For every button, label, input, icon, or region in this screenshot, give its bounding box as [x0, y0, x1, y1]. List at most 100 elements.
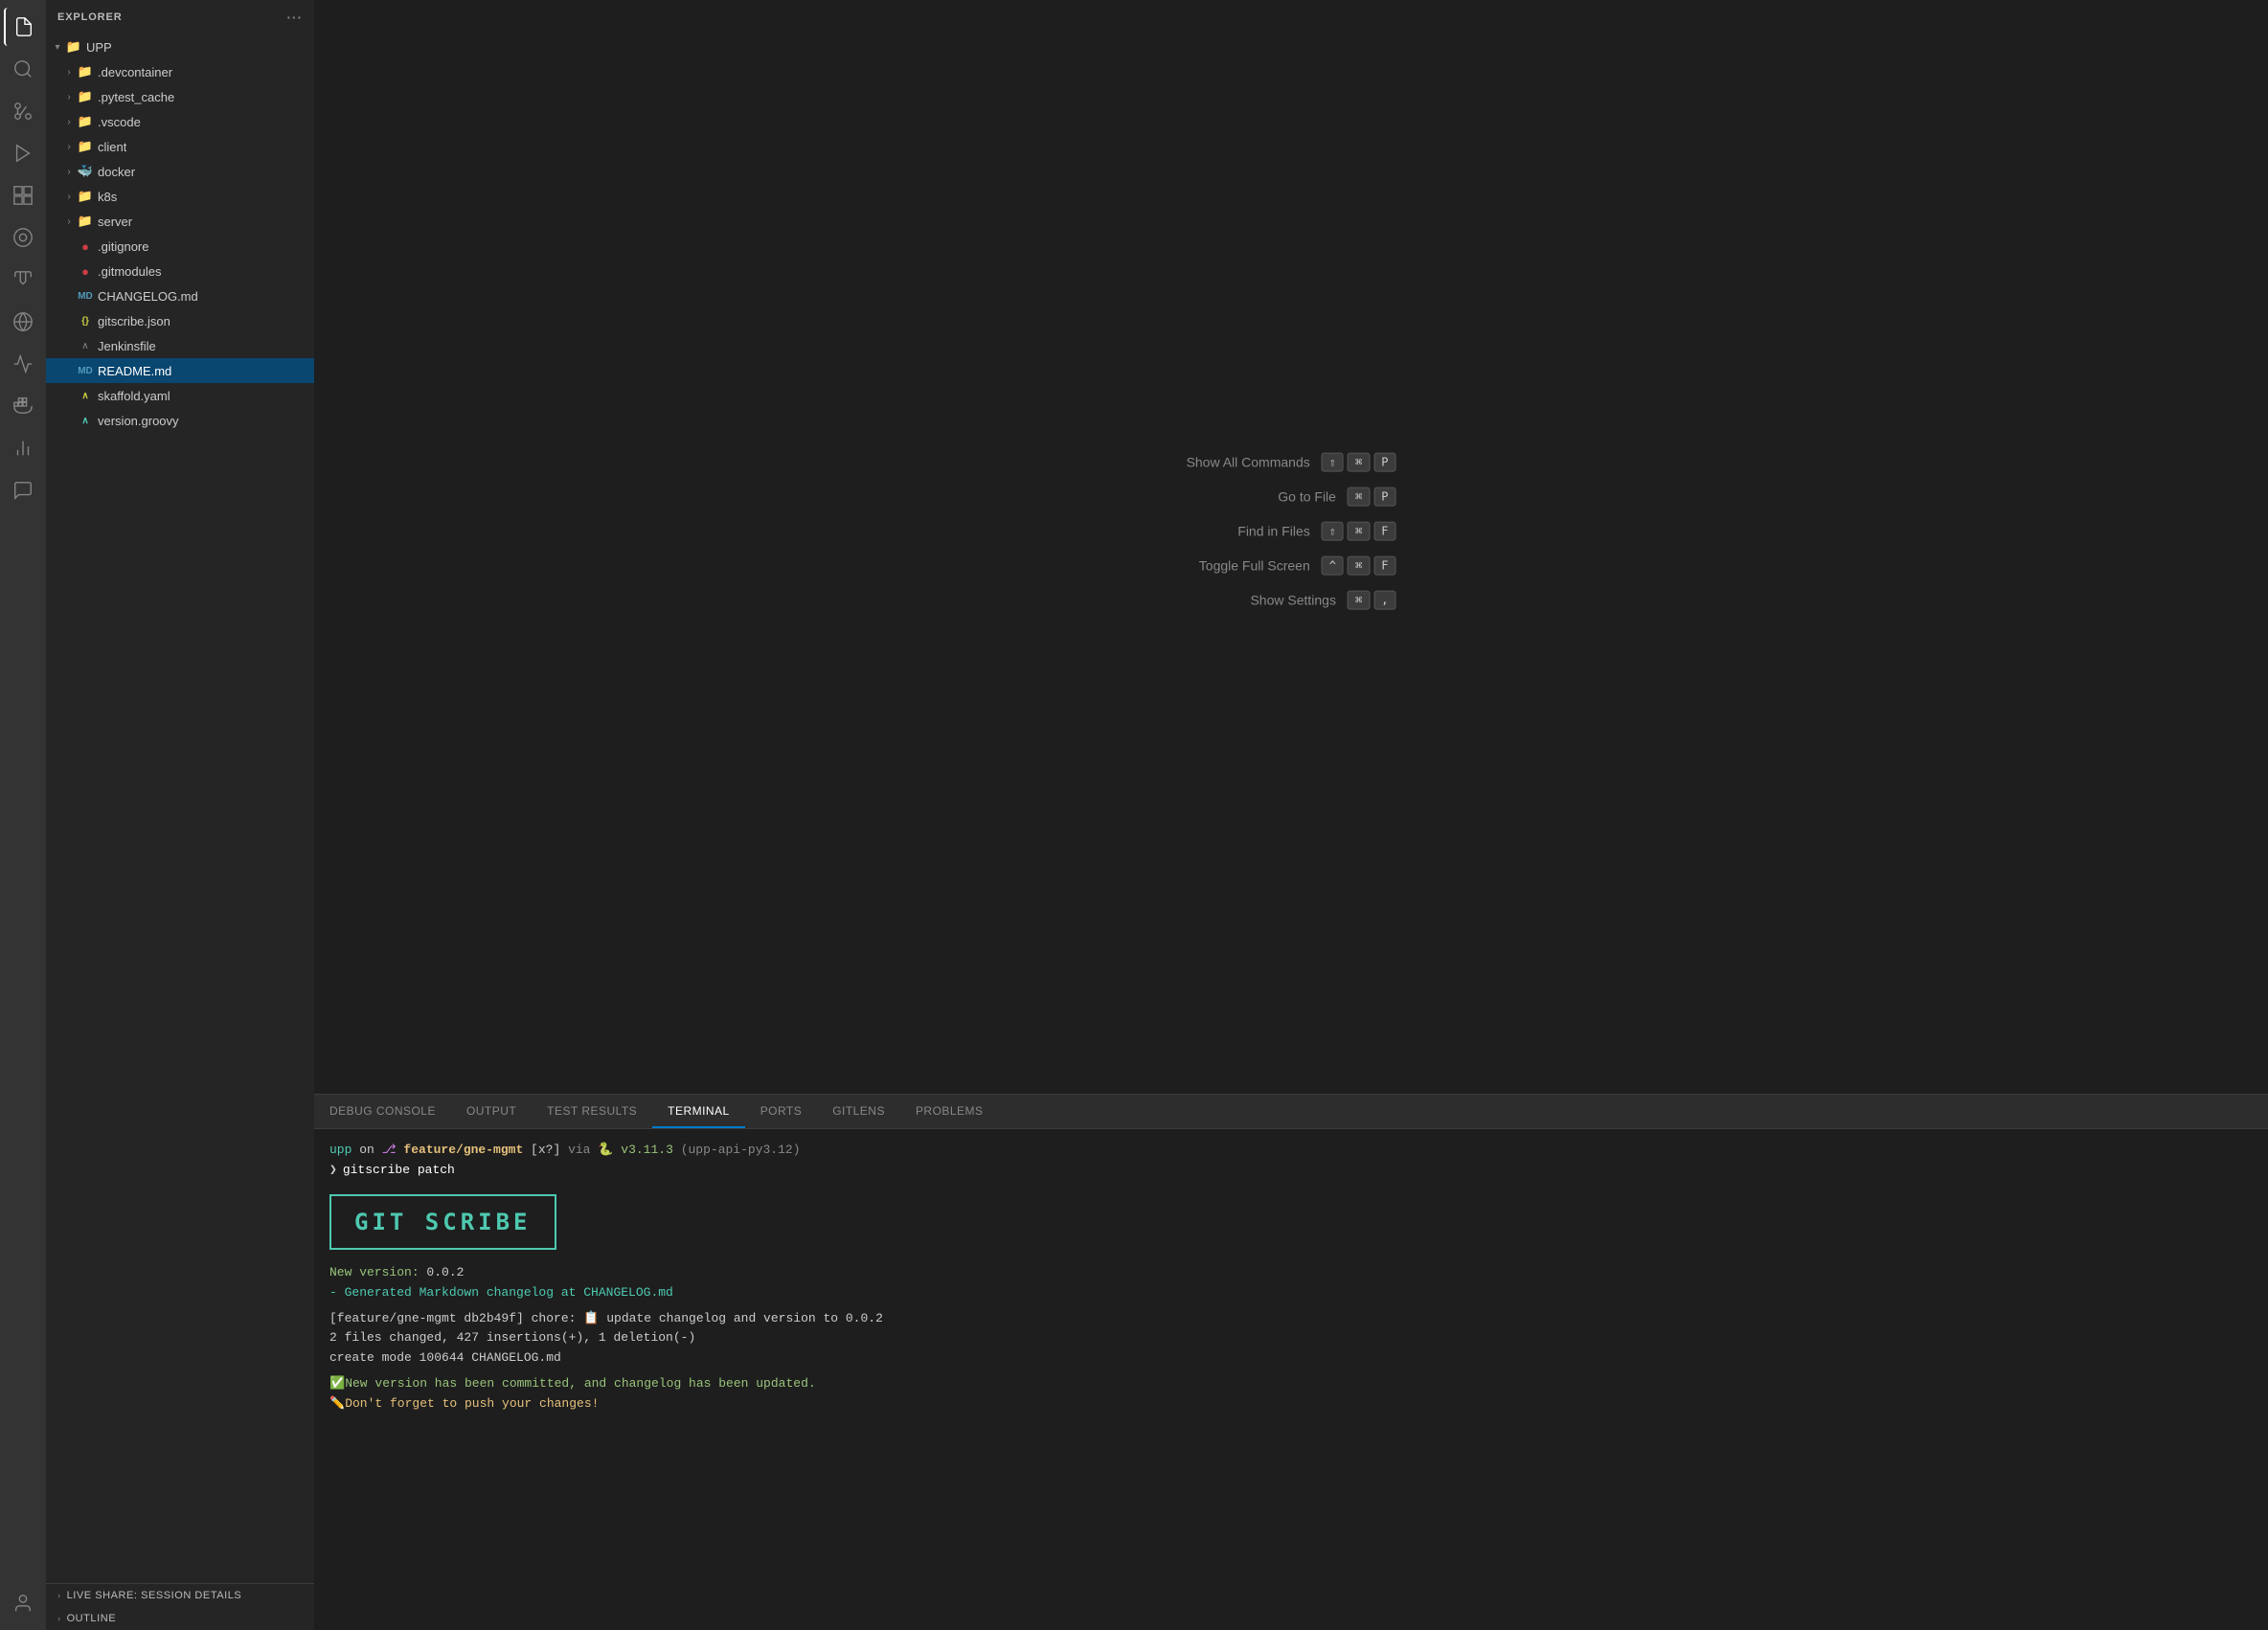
live-share-item[interactable]: › LIVE SHARE: SESSION DETAILS — [46, 1584, 314, 1607]
search-icon[interactable] — [4, 50, 42, 88]
folder-icon: 📁 — [65, 38, 82, 56]
kbd-group: ⌘ , — [1348, 591, 1395, 610]
tree-item-devcontainer[interactable]: › 📁 .devcontainer — [46, 59, 314, 84]
tree-item-docker[interactable]: › 🐳 docker — [46, 159, 314, 184]
tree-item-client[interactable]: › 📁 client — [46, 134, 314, 159]
terminal-panel: DEBUG CONSOLE OUTPUT TEST RESULTS TERMIN… — [314, 1094, 2268, 1630]
term-warning-msg: Don't forget to push your changes! — [345, 1394, 599, 1415]
tab-gitlens[interactable]: GITLENS — [817, 1095, 900, 1128]
activity-bar — [0, 0, 46, 1630]
tree-item-version[interactable]: › ∧ version.groovy — [46, 408, 314, 433]
terminal-prompt-line: upp on ⎇ feature/gne-mgmt [x?] via 🐍 v3.… — [329, 1141, 2253, 1161]
arrow-icon: › — [61, 139, 77, 154]
file-icon: {} — [77, 312, 94, 329]
tree-item-gitmodules[interactable]: › ● .gitmodules — [46, 259, 314, 283]
item-label: .vscode — [98, 115, 141, 129]
item-label: version.groovy — [98, 414, 179, 428]
ascii-art-container: GIT SCRIBE — [329, 1187, 2253, 1257]
tree-item-vscode[interactable]: › 📁 .vscode — [46, 109, 314, 134]
tab-problems[interactable]: PROBLEMS — [900, 1095, 999, 1128]
terminal-content[interactable]: upp on ⎇ feature/gne-mgmt [x?] via 🐍 v3.… — [314, 1129, 2268, 1630]
tab-test-results[interactable]: TEST RESULTS — [532, 1095, 652, 1128]
gitlens-icon[interactable] — [4, 345, 42, 383]
term-via: via — [560, 1141, 598, 1161]
kbd-shift: ⇧ — [1322, 522, 1344, 541]
tree-item-changelog[interactable]: › MD CHANGELOG.md — [46, 283, 314, 308]
tree-item-pytest-cache[interactable]: › 📁 .pytest_cache — [46, 84, 314, 109]
tree-item-readme[interactable]: › MD README.md — [46, 358, 314, 383]
term-commit-text: [feature/gne-mgmt db2b49f] chore: 📋 upda… — [329, 1309, 883, 1329]
kbd-group: ⇧ ⌘ F — [1322, 522, 1396, 541]
remote-icon[interactable] — [4, 218, 42, 257]
tab-ports[interactable]: PORTS — [745, 1095, 818, 1128]
browser-icon[interactable] — [4, 303, 42, 341]
account-icon[interactable] — [4, 1584, 42, 1622]
file-icon: ● — [77, 238, 94, 255]
terminal-command-line: ❯ gitscribe patch — [329, 1161, 2253, 1181]
kbd-cmd: ⌘ — [1348, 453, 1370, 472]
item-label: client — [98, 140, 126, 154]
terminal-generated-line: - Generated Markdown changelog at CHANGE… — [329, 1283, 2253, 1303]
command-palette: Show All Commands ⇧ ⌘ P Go to File ⌘ P F… — [1187, 453, 1396, 610]
outline-item[interactable]: › OUTLINE — [46, 1607, 314, 1630]
chat-icon[interactable] — [4, 471, 42, 509]
terminal-warning-line: ✏️ Don't forget to push your changes! — [329, 1394, 2253, 1415]
test-icon[interactable] — [4, 260, 42, 299]
term-branch-name: feature/gne-mgmt — [403, 1141, 523, 1161]
item-label: README.md — [98, 364, 171, 378]
kbd-shift: ⇧ — [1322, 453, 1344, 472]
item-label: docker — [98, 165, 135, 179]
tree-item-skaffold[interactable]: › ∧ skaffold.yaml — [46, 383, 314, 408]
kbd-group: ⇧ ⌘ P — [1322, 453, 1396, 472]
cmd-show-all: Show All Commands ⇧ ⌘ P — [1187, 453, 1396, 472]
panel-tabs: DEBUG CONSOLE OUTPUT TEST RESULTS TERMIN… — [314, 1095, 2268, 1129]
term-user: upp — [329, 1141, 352, 1161]
folder-icon: 📁 — [77, 63, 94, 80]
more-icon[interactable]: ··· — [286, 10, 303, 25]
tab-output[interactable]: OUTPUT — [451, 1095, 532, 1128]
item-label: Jenkinsfile — [98, 339, 156, 353]
tree-item-gitscribe[interactable]: › {} gitscribe.json — [46, 308, 314, 333]
tree-item-k8s[interactable]: › 📁 k8s — [46, 184, 314, 209]
run-debug-icon[interactable] — [4, 134, 42, 172]
ascii-art: GIT SCRIBE — [329, 1194, 556, 1250]
arrow-icon: › — [61, 189, 77, 204]
terminal-new-version-line: New version: 0.0.2 — [329, 1263, 2253, 1283]
file-icon: MD — [77, 287, 94, 305]
arrow-icon: › — [61, 89, 77, 104]
terminal-success-line: ✅ New version has been committed, and ch… — [329, 1374, 2253, 1394]
file-icon: MD — [77, 362, 94, 379]
term-files-changed: 2 files changed, 427 insertions(+), 1 de… — [329, 1328, 695, 1348]
kbd-cmd: ⌘ — [1348, 487, 1370, 507]
cmd-find-files: Find in Files ⇧ ⌘ F — [1237, 522, 1395, 541]
extensions-icon[interactable] — [4, 176, 42, 215]
sidebar-header: EXPLORER ··· — [46, 0, 314, 34]
kbd-f: F — [1373, 522, 1395, 541]
file-icon: ∧ — [77, 337, 94, 354]
term-python-icon: 🐍 — [598, 1141, 621, 1161]
item-label: .devcontainer — [98, 65, 172, 79]
tree-item-jenkinsfile[interactable]: › ∧ Jenkinsfile — [46, 333, 314, 358]
files-icon[interactable] — [4, 8, 42, 46]
outline-label: OUTLINE — [67, 1613, 117, 1624]
item-label: .gitmodules — [98, 264, 161, 279]
live-share-label: LIVE SHARE: SESSION DETAILS — [67, 1590, 242, 1601]
folder-arrow-icon: ▾ — [50, 39, 65, 55]
kbd-p: P — [1373, 453, 1395, 472]
docker-icon[interactable] — [4, 387, 42, 425]
kbd-cmd: ⌘ — [1348, 591, 1370, 610]
chevron-icon: › — [57, 1614, 61, 1623]
kbd-p: P — [1373, 487, 1395, 507]
tree-root-folder[interactable]: ▾ 📁 UPP — [46, 34, 314, 59]
source-control-icon[interactable] — [4, 92, 42, 130]
tree-item-gitignore[interactable]: › ● .gitignore — [46, 234, 314, 259]
cmd-fullscreen: Toggle Full Screen ^ ⌘ F — [1199, 556, 1396, 576]
tab-terminal[interactable]: TERMINAL — [652, 1095, 745, 1128]
analytics-icon[interactable] — [4, 429, 42, 467]
arrow-icon: › — [61, 164, 77, 179]
tree-item-server[interactable]: › 📁 server — [46, 209, 314, 234]
term-branch-extra: [x?] — [523, 1141, 560, 1161]
term-dollar: ❯ — [329, 1161, 337, 1181]
tab-debug-console[interactable]: DEBUG CONSOLE — [314, 1095, 451, 1128]
term-generated-text: - Generated Markdown changelog at CHANGE… — [329, 1283, 673, 1303]
